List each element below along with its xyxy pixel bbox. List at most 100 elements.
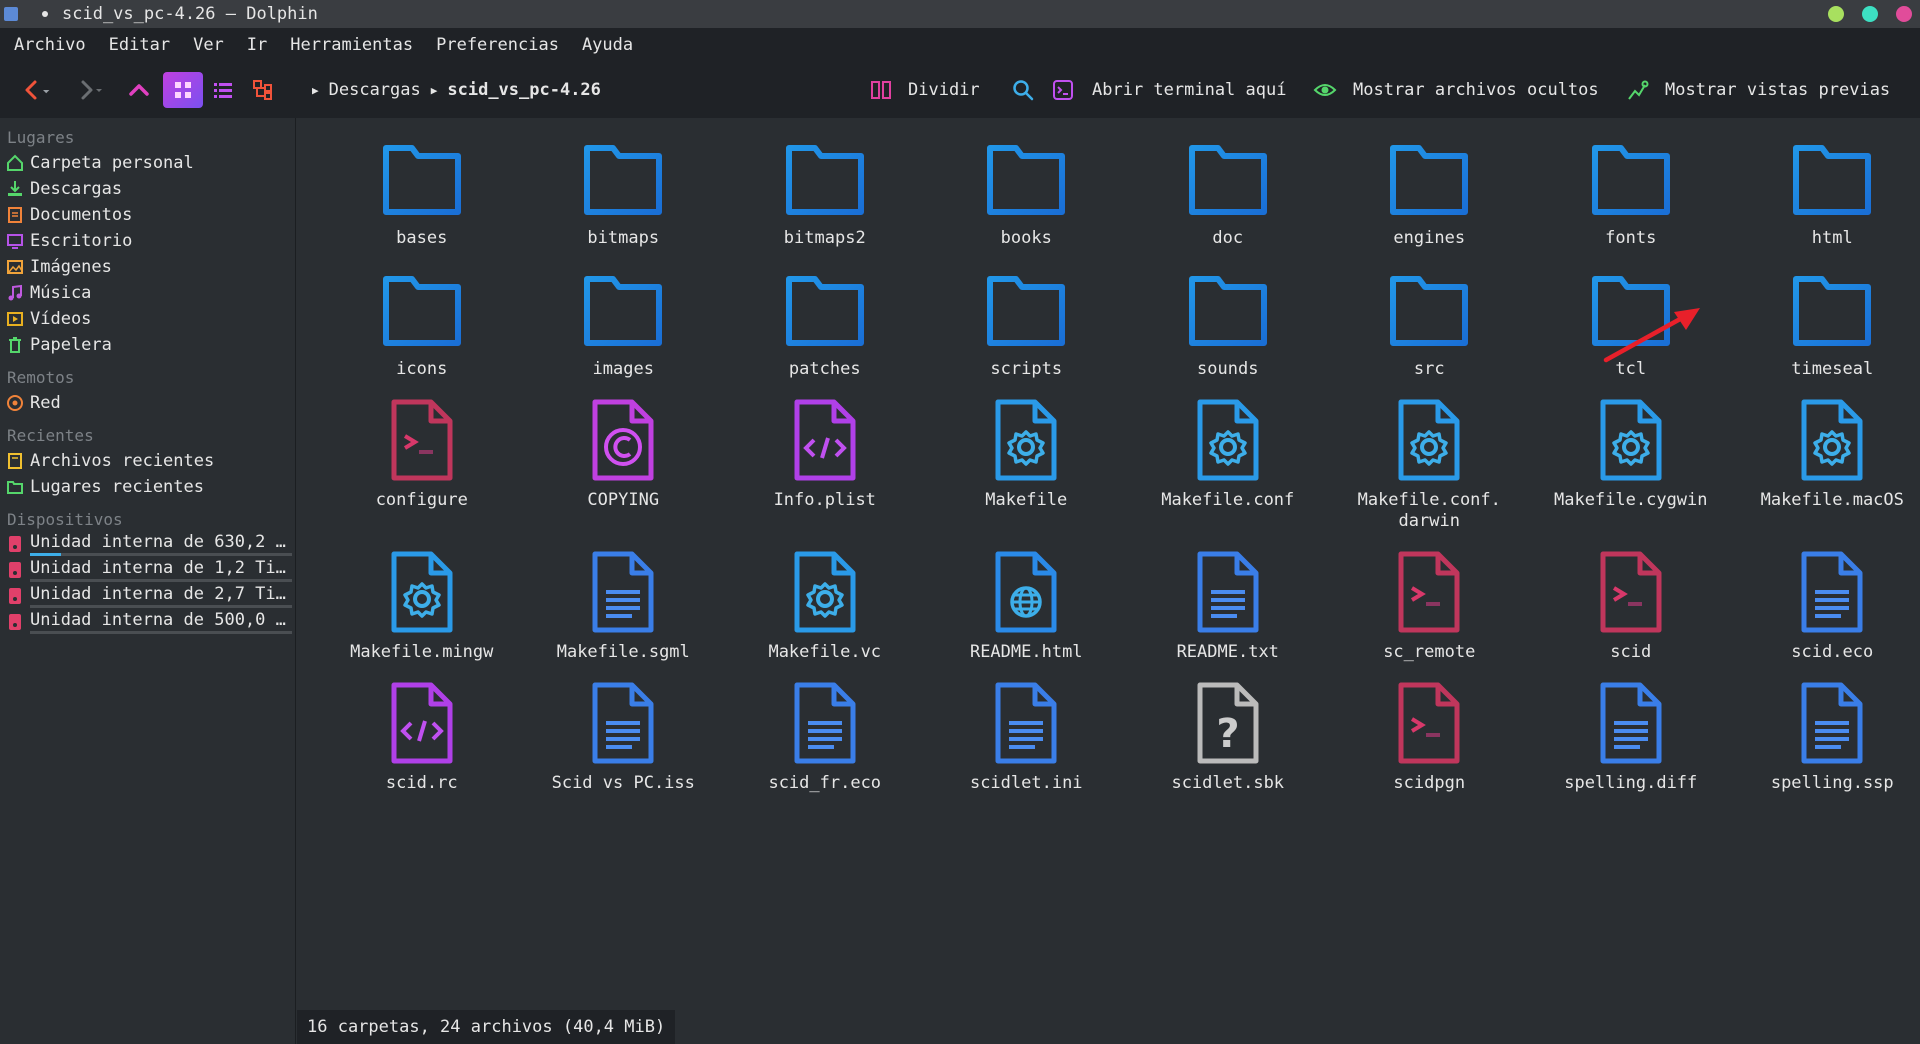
menu-editar[interactable]: Editar: [109, 35, 170, 55]
config-file-icon: [1379, 390, 1479, 490]
file-item[interactable]: Makefile.conf. darwin: [1329, 390, 1531, 542]
file-name: Makefile.sgml: [556, 642, 690, 662]
sidebar-place-item[interactable]: Imágenes: [0, 254, 295, 280]
sidebar-device-item[interactable]: Unidad interna de 1,2 Ti…: [0, 558, 295, 584]
title-bar: scid_vs_pc-4.26 — Dolphin: [0, 0, 1920, 28]
sidebar-recent-label: Lugares recientes: [30, 477, 204, 497]
file-item[interactable]: spelling.diff: [1530, 673, 1732, 804]
menu-bar: Archivo Editar Ver Ir Herramientas Prefe…: [0, 28, 1920, 62]
sidebar-device-item[interactable]: Unidad interna de 630,2 …: [0, 532, 295, 558]
icons-view-button[interactable]: [163, 72, 203, 108]
terminal-label: Abrir terminal aquí: [1092, 80, 1287, 100]
folder-item[interactable]: bitmaps2: [724, 128, 926, 259]
folder-item[interactable]: patches: [724, 259, 926, 390]
menu-ver[interactable]: Ver: [193, 35, 224, 55]
sidebar-place-item[interactable]: Descargas: [0, 176, 295, 202]
script-file-icon: [1581, 542, 1681, 642]
file-item[interactable]: scidpgn: [1329, 673, 1531, 804]
sidebar-device-item[interactable]: Unidad interna de 2,7 Ti…: [0, 584, 295, 610]
menu-preferencias[interactable]: Preferencias: [436, 35, 559, 55]
folder-icon: [1379, 259, 1479, 359]
file-item[interactable]: scidlet.ini: [926, 673, 1128, 804]
back-button[interactable]: [20, 72, 56, 108]
breadcrumb-descargas[interactable]: Descargas: [329, 80, 421, 100]
file-item[interactable]: spelling.ssp: [1732, 673, 1920, 804]
folder-item[interactable]: fonts: [1530, 128, 1732, 259]
sidebar-remote-item[interactable]: Red: [0, 390, 295, 416]
file-item[interactable]: Makefile.mingw: [321, 542, 523, 673]
menu-ayuda[interactable]: Ayuda: [582, 35, 633, 55]
sidebar-recent-item[interactable]: Lugares recientes: [0, 474, 295, 500]
file-item[interactable]: scid.eco: [1732, 542, 1920, 673]
sidebar-place-item[interactable]: Vídeos: [0, 306, 295, 332]
file-item[interactable]: README.txt: [1127, 542, 1329, 673]
places-header: Lugares: [7, 128, 75, 147]
folder-item[interactable]: sounds: [1127, 259, 1329, 390]
file-item[interactable]: configure: [321, 390, 523, 542]
sidebar-place-item[interactable]: Documentos: [0, 202, 295, 228]
file-item[interactable]: Makefile.cygwin: [1530, 390, 1732, 542]
up-button[interactable]: [124, 72, 154, 108]
file-item[interactable]: Makefile.sgml: [523, 542, 725, 673]
sidebar-place-item[interactable]: Música: [0, 280, 295, 306]
folder-icon: [1178, 259, 1278, 359]
sidebar-place-item[interactable]: Papelera: [0, 332, 295, 358]
file-item[interactable]: scid.rc: [321, 673, 523, 804]
folder-item[interactable]: scripts: [926, 259, 1128, 390]
folder-item[interactable]: doc: [1127, 128, 1329, 259]
folder-item[interactable]: images: [523, 259, 725, 390]
file-view[interactable]: bases bitmaps bitmaps2 books doc engines fonts…: [297, 118, 1920, 1044]
show-previews-button[interactable]: Mostrar vistas previas: [1627, 79, 1890, 101]
folder-item[interactable]: timeseal: [1732, 259, 1920, 390]
file-item[interactable]: Makefile: [926, 390, 1128, 542]
split-button[interactable]: Dividir: [870, 79, 980, 101]
minimize-button[interactable]: [1828, 6, 1844, 22]
close-button[interactable]: [1896, 6, 1912, 22]
show-hidden-button[interactable]: Mostrar archivos ocultos: [1313, 79, 1599, 101]
device-usage-bar: [30, 579, 292, 582]
folder-item[interactable]: icons: [321, 259, 523, 390]
config-file-icon: [1581, 390, 1681, 490]
file-name: images: [592, 359, 654, 379]
file-item[interactable]: scid_fr.eco: [724, 673, 926, 804]
sidebar-recent-item[interactable]: Archivos recientes: [0, 448, 295, 474]
file-item[interactable]: Scid vs PC.iss: [523, 673, 725, 804]
file-item[interactable]: COPYING: [523, 390, 725, 542]
sidebar-recent-label: Archivos recientes: [30, 451, 215, 471]
file-item[interactable]: ? scidlet.sbk: [1127, 673, 1329, 804]
folder-item[interactable]: src: [1329, 259, 1531, 390]
search-button[interactable]: [1012, 79, 1034, 101]
folder-item[interactable]: html: [1732, 128, 1920, 259]
sidebar-place-item[interactable]: Carpeta personal: [0, 150, 295, 176]
folder-item[interactable]: bases: [321, 128, 523, 259]
folder-icon: [573, 259, 673, 359]
device-usage-bar: [30, 631, 292, 634]
file-name: scidpgn: [1393, 773, 1466, 793]
breadcrumb-current[interactable]: scid_vs_pc-4.26: [447, 80, 601, 100]
folder-item[interactable]: bitmaps: [523, 128, 725, 259]
text-file-icon: [573, 542, 673, 642]
split-icon: [871, 81, 891, 99]
file-item[interactable]: sc_remote: [1329, 542, 1531, 673]
menu-ir[interactable]: Ir: [247, 35, 267, 55]
script-file-icon: [1379, 542, 1479, 642]
search-icon: [1013, 80, 1034, 101]
file-item[interactable]: Makefile.conf: [1127, 390, 1329, 542]
file-item[interactable]: Makefile.macOS: [1732, 390, 1920, 542]
open-terminal-button[interactable]: Abrir terminal aquí: [1052, 79, 1286, 101]
sidebar-place-item[interactable]: Escritorio: [0, 228, 295, 254]
menu-archivo[interactable]: Archivo: [14, 35, 86, 55]
forward-button[interactable]: [72, 72, 108, 108]
sidebar-device-label: Unidad interna de 630,2 …: [30, 532, 286, 552]
details-view-button[interactable]: [208, 72, 238, 108]
menu-herramientas[interactable]: Herramientas: [290, 35, 413, 55]
file-item[interactable]: Makefile.vc: [724, 542, 926, 673]
folder-item[interactable]: engines: [1329, 128, 1531, 259]
file-item[interactable]: README.html: [926, 542, 1128, 673]
maximize-button[interactable]: [1862, 6, 1878, 22]
tree-view-button[interactable]: [248, 72, 278, 108]
file-item[interactable]: Info.plist: [724, 390, 926, 542]
file-item[interactable]: scid: [1530, 542, 1732, 673]
sidebar-device-item[interactable]: Unidad interna de 500,0 …: [0, 610, 295, 636]
folder-item[interactable]: books: [926, 128, 1128, 259]
